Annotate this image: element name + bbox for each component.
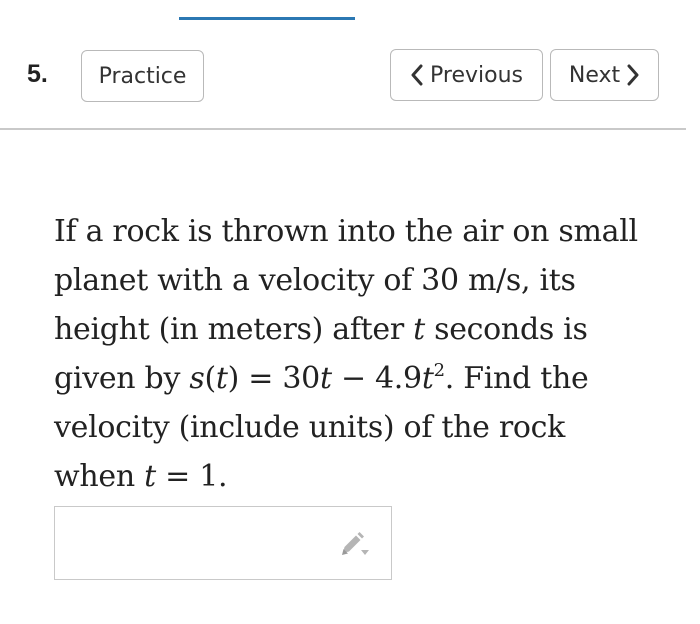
math-variable: t: [319, 361, 332, 396]
previous-button-label: Previous: [430, 62, 523, 88]
question-text-run: when: [54, 459, 145, 494]
answer-input[interactable]: [54, 506, 392, 580]
question-line: given by s(t) = 30t − 4.9t2. Find the: [54, 354, 654, 403]
question-text-run: given by: [54, 361, 190, 396]
question-line: when t = 1.: [54, 452, 654, 501]
math-expression: − 4.9: [331, 361, 422, 396]
active-tab-indicator: [179, 17, 355, 20]
question-line: velocity (include units) of the rock: [54, 403, 654, 452]
math-variable: t: [215, 361, 228, 396]
question-text-run: height (in meters) after: [54, 312, 414, 347]
header-divider: [0, 128, 686, 130]
math-exponent: 2: [433, 360, 445, 381]
question-number: 5.: [27, 60, 48, 88]
next-button-label: Next: [568, 62, 621, 88]
previous-button[interactable]: Previous: [390, 49, 543, 101]
math-variable: s: [189, 361, 205, 396]
question-text-run: planet with a velocity of 30 m/s, its: [54, 263, 576, 298]
math-variable: t: [413, 312, 425, 347]
practice-button[interactable]: Practice: [81, 50, 204, 102]
next-button[interactable]: Next: [550, 49, 659, 101]
math-symbol: (: [204, 361, 216, 396]
math-variable: t: [144, 459, 156, 494]
chevron-left-icon: [410, 64, 424, 86]
practice-button-label: Practice: [98, 63, 187, 89]
question-line: planet with a velocity of 30 m/s, its: [54, 256, 654, 305]
math-variable: t: [421, 361, 434, 396]
math-expression: = 1.: [155, 459, 228, 494]
math-expression: ) = 30: [227, 361, 321, 396]
question-line: height (in meters) after t seconds is: [54, 305, 654, 354]
pencil-dropdown-icon[interactable]: [339, 531, 371, 559]
question-line: If a rock is thrown into the air on smal…: [54, 207, 654, 256]
question-text-run: If a rock is thrown into the air on smal…: [54, 214, 638, 249]
question-text-run: seconds is: [424, 312, 588, 347]
question-text-run: velocity (include units) of the rock: [54, 410, 566, 445]
question-text: If a rock is thrown into the air on smal…: [54, 207, 654, 501]
question-text-run: . Find the: [444, 361, 589, 396]
chevron-right-icon: [626, 64, 640, 86]
